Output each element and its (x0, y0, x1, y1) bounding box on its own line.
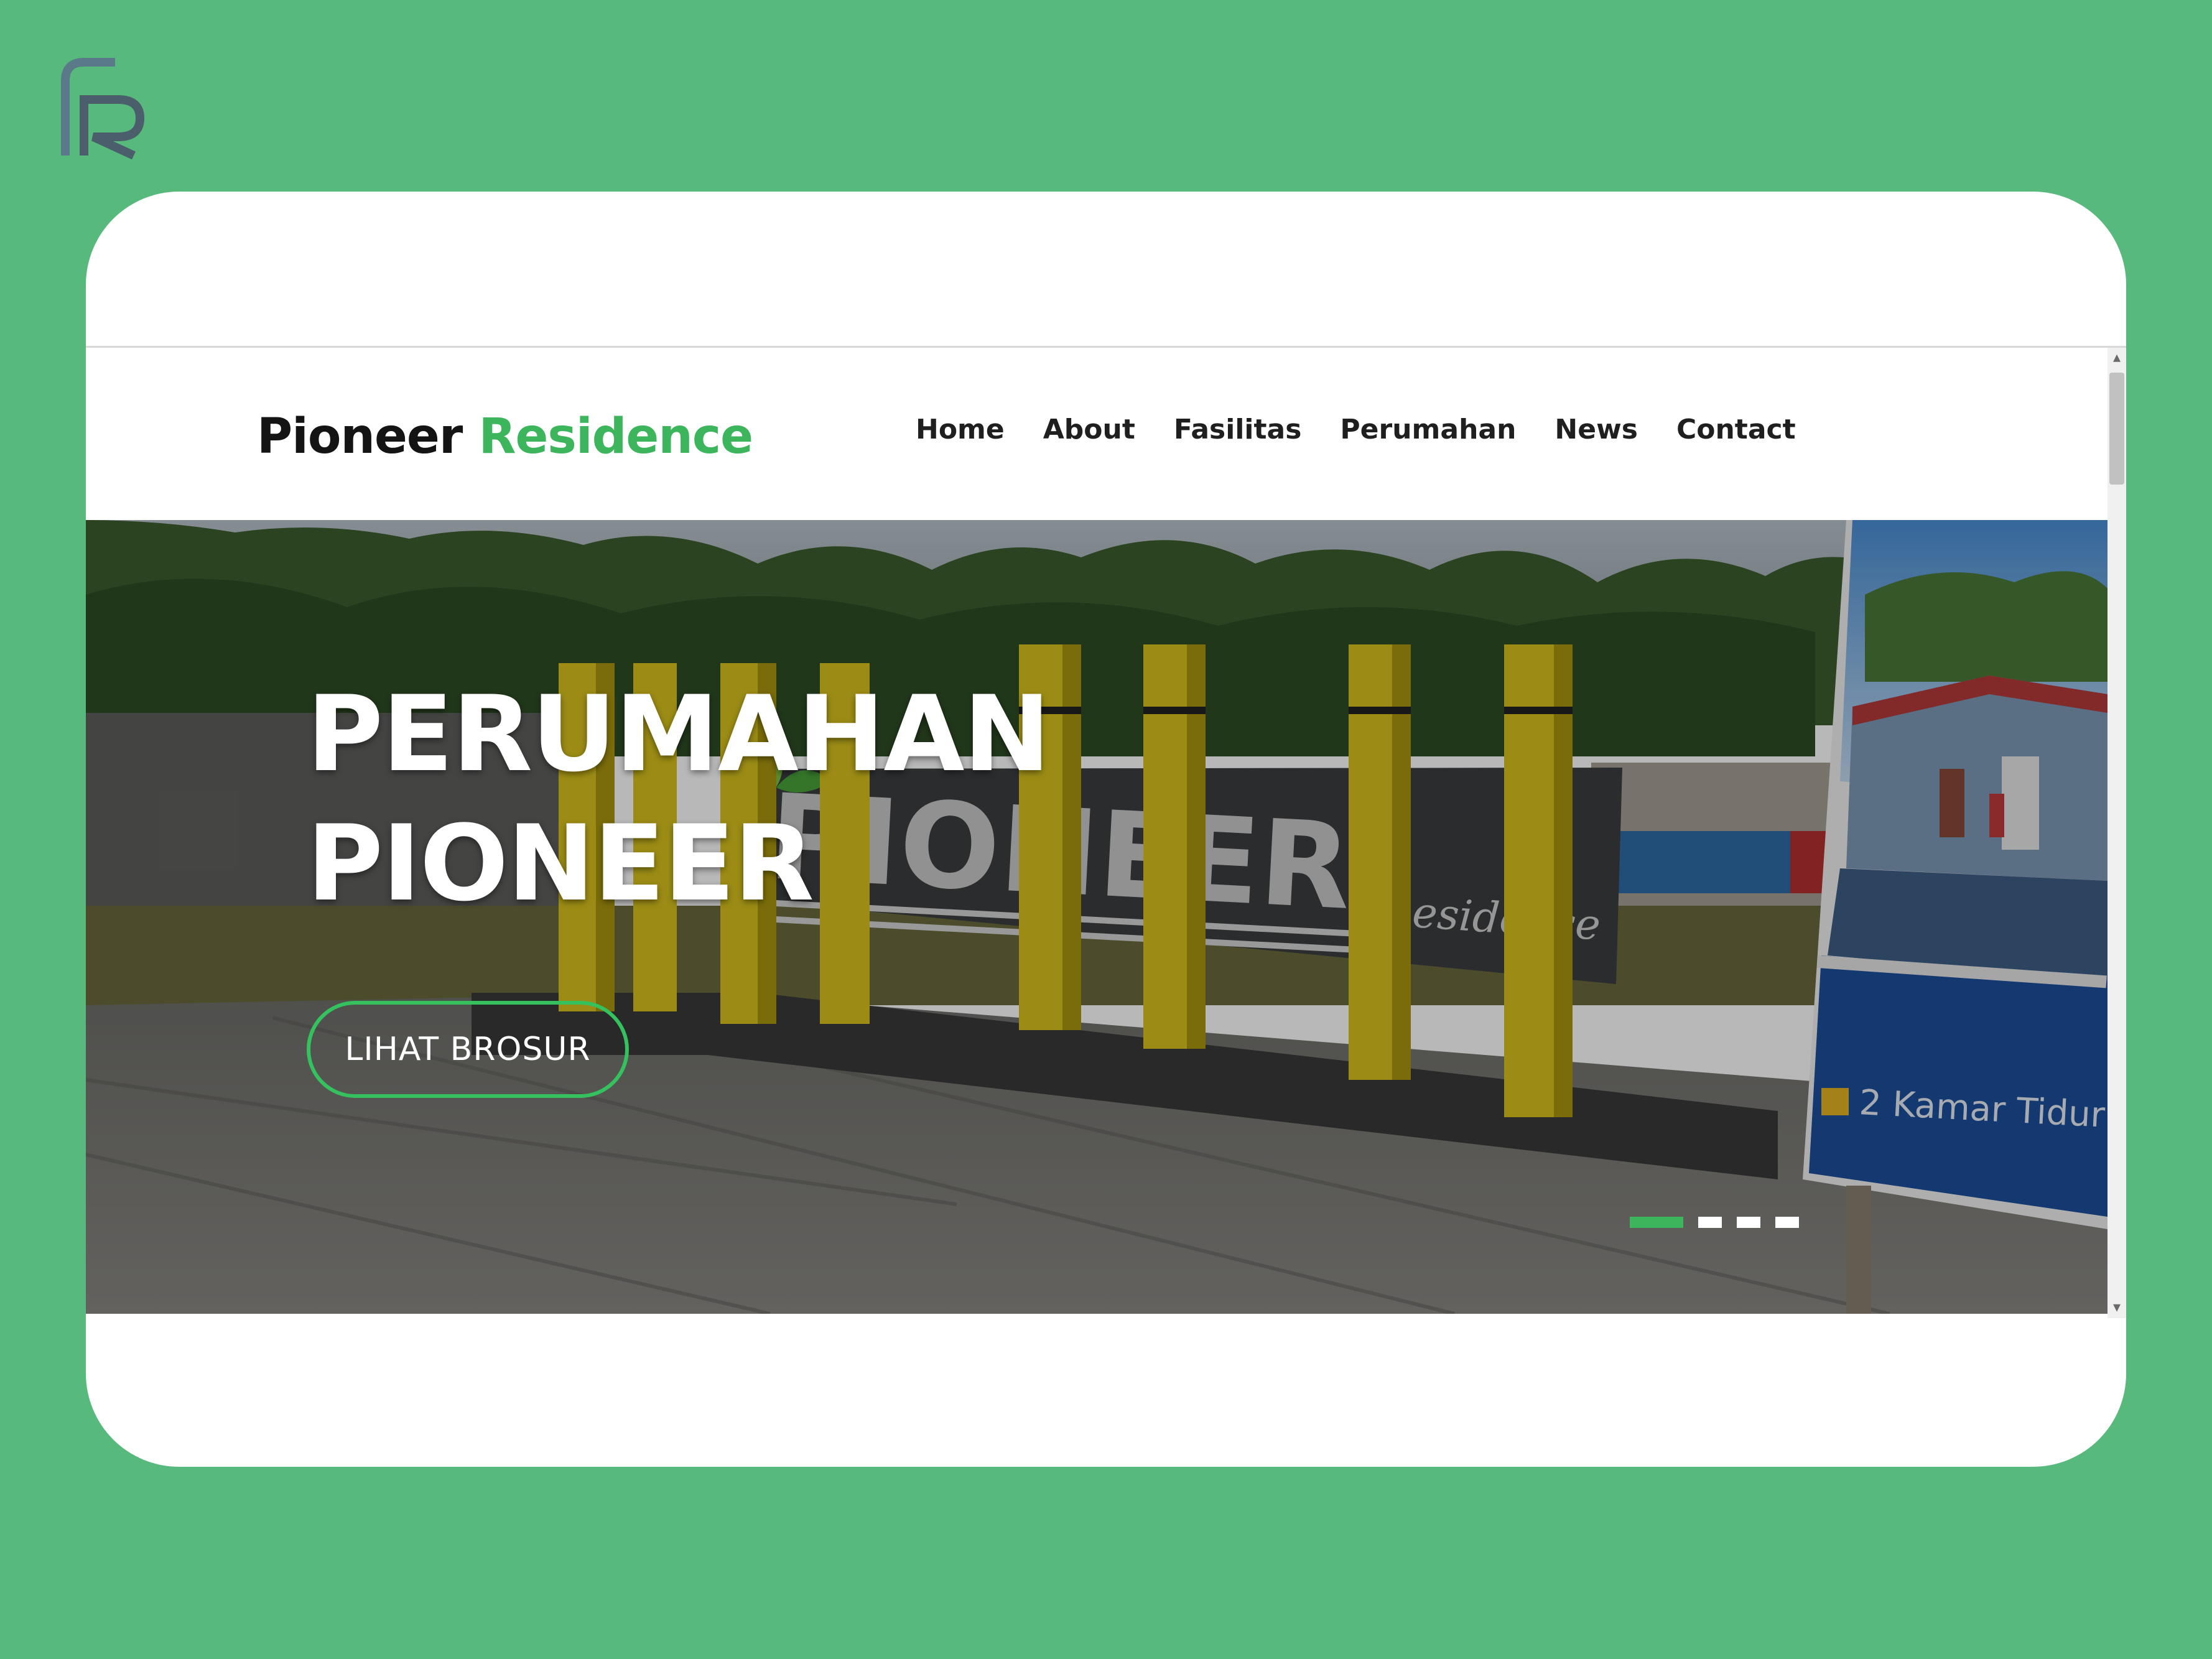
slider-indicators (1630, 1217, 1799, 1228)
hero-title-line-1: PERUMAHAN (307, 673, 1051, 795)
nav-item-home[interactable]: Home (916, 414, 1005, 445)
nav-item-perumahan[interactable]: Perumahan (1340, 414, 1516, 445)
brand-word-2: Residence (478, 409, 753, 465)
screenshot-card: Pioneer Residence Home About Fasilitas P… (86, 192, 2126, 1467)
main-nav: Home About Fasilitas Perumahan News Cont… (916, 414, 1796, 445)
site-header: Pioneer Residence Home About Fasilitas P… (86, 348, 2107, 524)
nav-item-fasilitas[interactable]: Fasilitas (1174, 414, 1302, 445)
hero-title-line-2: PIONEER (307, 802, 814, 924)
slider-dot-1[interactable] (1630, 1217, 1683, 1228)
lihat-brosur-button[interactable]: LIHAT BROSUR (307, 1001, 629, 1098)
hero-title: PERUMAHAN PIONEER (307, 669, 1051, 928)
nav-item-about[interactable]: About (1043, 414, 1135, 445)
hero-slider: PIONEER Residence (86, 520, 2107, 1314)
vertical-scrollbar[interactable]: ▴ ▾ (2107, 348, 2126, 1318)
chevron-up-icon[interactable]: ▴ (2107, 348, 2126, 366)
scrollbar-thumb[interactable] (2109, 373, 2124, 485)
chevron-down-icon[interactable]: ▾ (2107, 1298, 2126, 1316)
browser-viewport: Pioneer Residence Home About Fasilitas P… (86, 348, 2107, 1467)
brand-word-1: Pioneer (257, 409, 463, 465)
nav-item-news[interactable]: News (1554, 414, 1638, 445)
slider-dot-3[interactable] (1737, 1217, 1760, 1228)
slider-dot-4[interactable] (1775, 1217, 1799, 1228)
slider-dot-2[interactable] (1698, 1217, 1722, 1228)
site-logo[interactable]: Pioneer Residence (257, 409, 753, 465)
pr-logo-icon (59, 56, 152, 162)
nav-item-contact[interactable]: Contact (1676, 414, 1796, 445)
